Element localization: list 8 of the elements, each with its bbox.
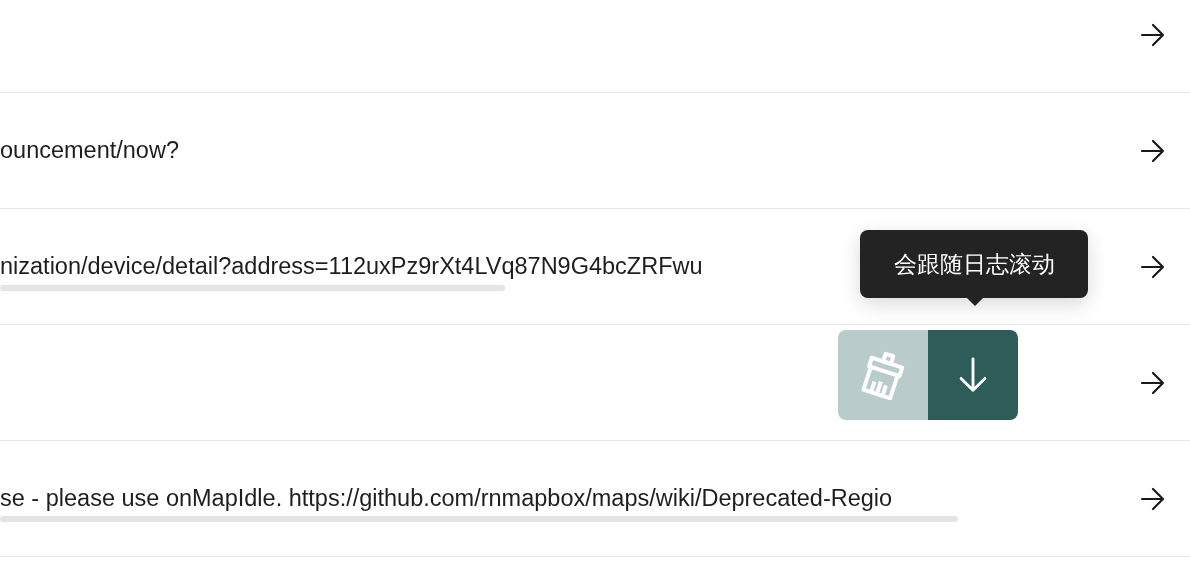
log-text: nization/device/detail?address=112uxPz9rXt4LVq87N9G4bcZRFwu (0, 253, 703, 280)
scroll-down-button[interactable] (928, 330, 1018, 420)
scrollbar[interactable] (0, 516, 958, 522)
tooltip: 会跟随日志滚动 (860, 230, 1088, 298)
log-text: ouncement/now? (0, 137, 179, 164)
tooltip-pointer (967, 298, 983, 306)
scrollbar[interactable] (0, 285, 505, 291)
log-text: se - please use onMapIdle. https://github.com/rnmapbox/maps/wiki/Deprecated-Regio (0, 485, 893, 512)
